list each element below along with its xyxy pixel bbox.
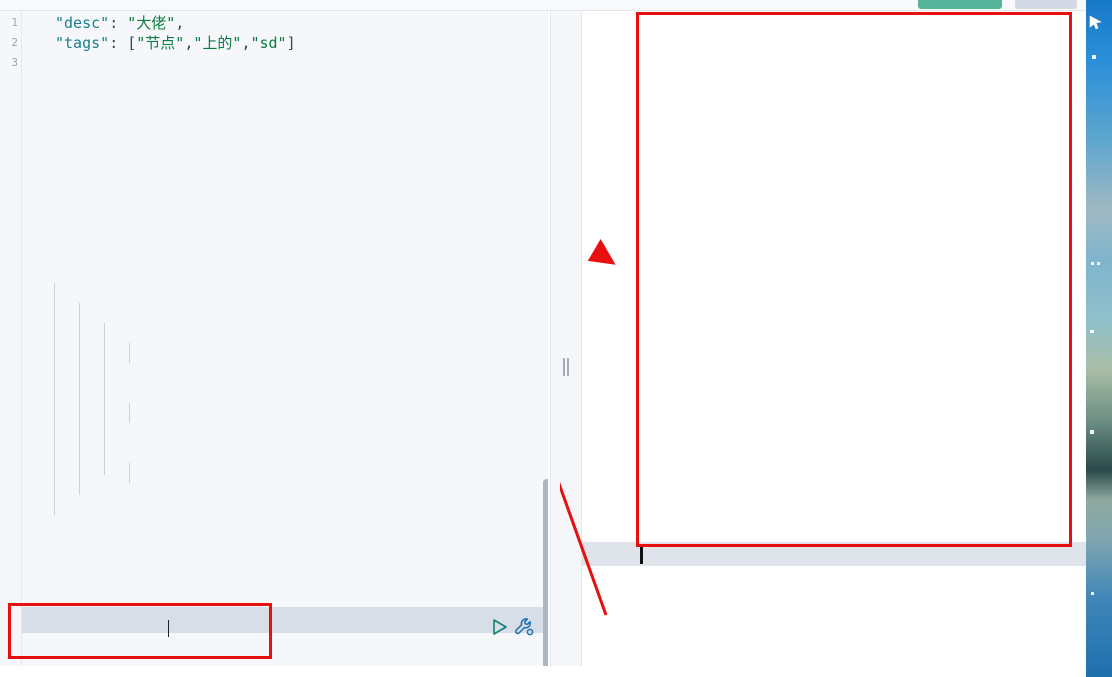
editor-code-line[interactable]: "tags": ["节点","上的","sd"] bbox=[55, 33, 296, 53]
indent-guide bbox=[129, 403, 130, 423]
highlight-box-request bbox=[8, 603, 272, 659]
wrench-icon[interactable] bbox=[513, 615, 537, 639]
indent-guide bbox=[129, 463, 130, 483]
editor-code-area[interactable]: "desc": "大佬", "tags": ["节点","上的","sd"] bbox=[22, 11, 543, 677]
pane-splitter[interactable] bbox=[550, 11, 582, 677]
output-caret bbox=[640, 544, 643, 564]
indent-guide bbox=[54, 283, 55, 515]
desktop-wallpaper-strip bbox=[1086, 0, 1112, 677]
editor-code-line[interactable]: "desc": "大佬", bbox=[55, 13, 184, 33]
request-editor-pane[interactable]: 1 2 3 "desc": "大佬", "tags": ["节点","上的","sd"… bbox=[0, 11, 548, 677]
screenshot-root: 1 2 3 "desc": "大佬", "tags": ["节点","上的","sd"… bbox=[0, 0, 1112, 677]
output-gutter bbox=[582, 11, 632, 677]
play-icon[interactable] bbox=[489, 616, 511, 638]
editor-line-number: 2 bbox=[11, 36, 18, 49]
console-line-actions[interactable] bbox=[489, 616, 539, 638]
console-toolbar bbox=[0, 0, 1086, 11]
editor-vertical-scrollbar[interactable] bbox=[543, 479, 548, 677]
cursor-icon bbox=[1089, 15, 1102, 30]
editor-line-number: 1 bbox=[11, 16, 18, 29]
secondary-toolbar-button[interactable] bbox=[1015, 0, 1077, 9]
kibana-console-window: 1 2 3 "desc": "大佬", "tags": ["节点","上的","sd"… bbox=[0, 0, 1086, 677]
indent-guide bbox=[129, 343, 130, 363]
primary-toolbar-button[interactable] bbox=[918, 0, 1002, 9]
indent-guide bbox=[104, 323, 105, 475]
editor-gutter: 1 2 3 bbox=[0, 11, 22, 677]
splitter-grip-icon[interactable] bbox=[563, 358, 570, 376]
indent-guide bbox=[79, 303, 80, 495]
window-bottom-strip bbox=[0, 666, 1086, 677]
editor-line-number: 3 bbox=[11, 56, 18, 69]
highlight-box-response bbox=[636, 12, 1072, 547]
